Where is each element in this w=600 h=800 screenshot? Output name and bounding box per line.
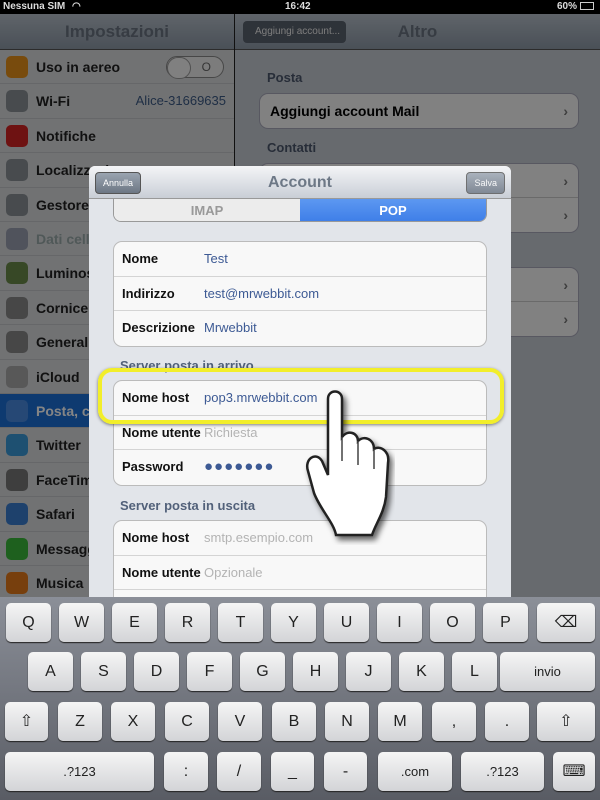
status-bar: Nessuna SIM ◠ 16:42 60%: [0, 0, 600, 14]
dotcom-key[interactable]: .com: [378, 752, 452, 791]
key-J[interactable]: J: [346, 652, 391, 691]
form-row[interactable]: Descrizione Mrwebbit: [114, 311, 486, 346]
key-:[interactable]: :: [164, 752, 208, 791]
key-V[interactable]: V: [218, 702, 262, 741]
key--[interactable]: -: [324, 752, 367, 791]
outgoing-header: Server posta in uscita: [120, 498, 256, 513]
key-Y[interactable]: Y: [271, 603, 316, 642]
form-row[interactable]: Indirizzo test@mrwebbit.com: [114, 277, 486, 311]
account-info-group: Nome Test Indirizzo test@mrwebbit.com Descri…: [113, 241, 487, 347]
key-K[interactable]: K: [399, 652, 444, 691]
key-Z[interactable]: Z: [58, 702, 102, 741]
field-label: Password: [122, 459, 184, 474]
field-label: Indirizzo: [122, 285, 175, 301]
key-.[interactable]: .: [485, 702, 529, 741]
hide-keyboard-key[interactable]: ⌨: [553, 752, 595, 791]
key-P[interactable]: P: [483, 603, 528, 642]
key-U[interactable]: U: [324, 603, 369, 642]
key-M[interactable]: M: [378, 702, 422, 741]
save-button[interactable]: Salva: [466, 172, 505, 194]
numbers-key[interactable]: .?123: [461, 752, 544, 791]
key-I[interactable]: I: [377, 603, 422, 642]
key-E[interactable]: E: [112, 603, 157, 642]
form-row[interactable]: Nome utente Opzionale: [114, 556, 486, 590]
key-A[interactable]: A: [28, 652, 73, 691]
shift-key[interactable]: ⇧: [537, 702, 595, 741]
field-value[interactable]: ●●●●●●●: [204, 450, 274, 484]
numbers-key[interactable]: .?123: [5, 752, 154, 791]
key-/[interactable]: /: [217, 752, 261, 791]
key-T[interactable]: T: [218, 603, 263, 642]
clock: 16:42: [285, 1, 311, 12]
carrier: Nessuna SIM: [3, 1, 66, 12]
key-N[interactable]: N: [325, 702, 369, 741]
field-value[interactable]: Mrwebbit: [204, 311, 257, 345]
modal-title: Account: [268, 174, 332, 191]
key-,[interactable]: ,: [432, 702, 476, 741]
field-placeholder[interactable]: smtp.esempio.com: [204, 521, 313, 555]
key-L[interactable]: L: [452, 652, 497, 691]
key-D[interactable]: D: [134, 652, 179, 691]
key-S[interactable]: S: [81, 652, 126, 691]
key-Q[interactable]: Q: [6, 603, 51, 642]
battery-icon: [580, 2, 594, 10]
cancel-button[interactable]: Annulla: [95, 172, 142, 194]
field-value[interactable]: test@mrwebbit.com: [204, 277, 319, 311]
field-value[interactable]: Test: [204, 242, 228, 276]
wifi-signal-icon: ◠: [72, 1, 81, 12]
key-H[interactable]: H: [293, 652, 338, 691]
form-row[interactable]: Nome Test: [114, 242, 486, 277]
key-_[interactable]: _: [271, 752, 314, 791]
field-placeholder[interactable]: Opzionale: [204, 556, 263, 590]
field-label: Descrizione: [122, 320, 195, 335]
key-G[interactable]: G: [240, 652, 285, 691]
key-C[interactable]: C: [165, 702, 209, 741]
key-W[interactable]: W: [59, 603, 104, 642]
keyboard: Q W E R T Y U I O P ⌫ A S D F G H J K Linvio ⇧ Z X C V B N M,. ⇧ .?12…: [0, 597, 600, 800]
field-label: Nome utente: [122, 564, 201, 580]
battery-level: 60%: [557, 1, 578, 12]
backspace-key[interactable]: ⌫: [537, 603, 595, 642]
key-X[interactable]: X: [111, 702, 155, 741]
return-key[interactable]: invio: [500, 652, 595, 691]
shift-key[interactable]: ⇧: [5, 702, 48, 741]
field-label: Nome: [122, 251, 159, 266]
key-R[interactable]: R: [165, 603, 210, 642]
pointing-hand-icon: [305, 390, 390, 537]
field-label: Nome host: [122, 530, 190, 545]
key-F[interactable]: F: [187, 652, 232, 691]
key-B[interactable]: B: [272, 702, 316, 741]
key-O[interactable]: O: [430, 603, 475, 642]
